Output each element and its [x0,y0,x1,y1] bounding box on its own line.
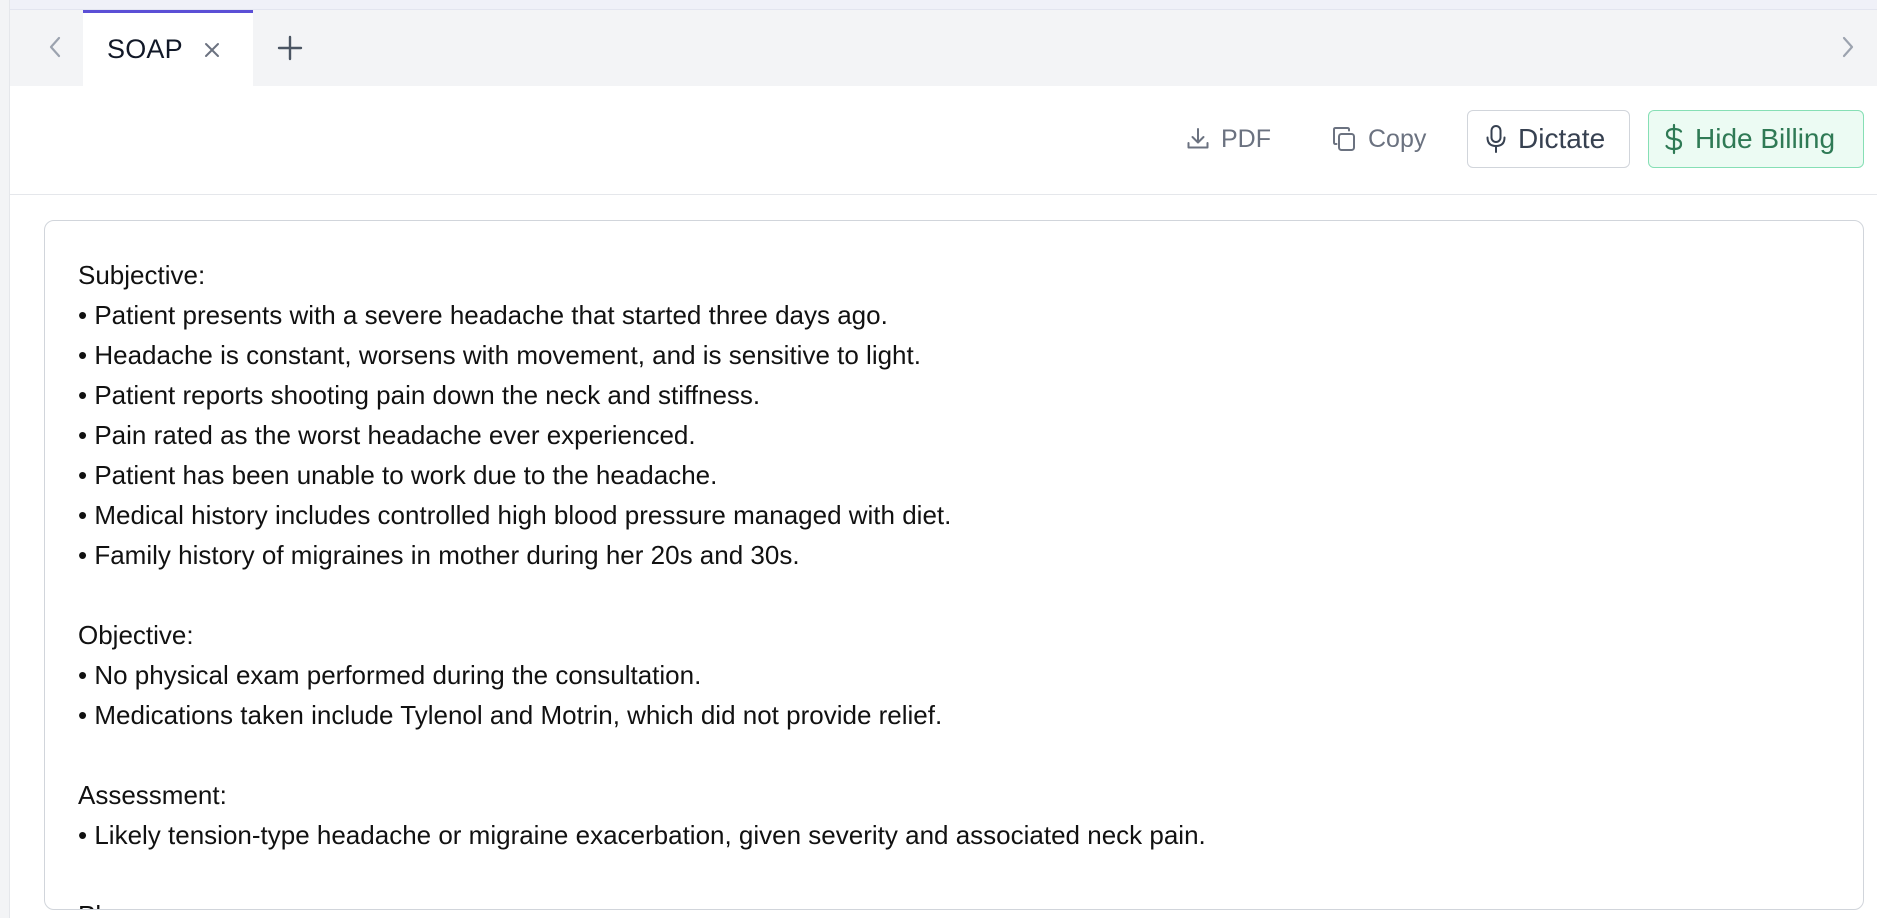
section-heading: Plan: [78,895,1838,909]
dollar-icon [1663,123,1685,155]
note-bullet: • Patient reports shooting pain down the… [78,380,761,410]
download-icon [1185,126,1211,152]
note-bullet: • Family history of migraines in mother … [78,540,800,570]
tab-soap[interactable]: SOAP [83,10,253,86]
tab-close-button[interactable] [201,39,223,61]
hide-billing-button-label: Hide Billing [1695,123,1836,154]
section-heading: Subjective: [78,260,206,290]
note-bullet: • Medications taken include Tylenol and … [78,700,943,730]
tab-label: SOAP [107,34,183,64]
note-toolbar: PDF Copy Dictate Hide Billing [10,86,1877,195]
tab-scroll-left-button[interactable] [40,32,70,62]
note-bullet: • Likely tension-type headache or migrai… [78,820,1206,850]
top-border [0,0,1877,10]
note-bullet: • Headache is constant, worsens with mov… [78,340,921,370]
note-bullet: • Medical history includes controlled hi… [78,500,952,530]
plus-icon [277,35,303,61]
left-sidebar-edge [0,0,10,918]
microphone-icon [1484,124,1508,154]
dictate-button-label: Dictate [1518,123,1606,154]
dictate-button[interactable]: Dictate [1467,110,1630,168]
pdf-button[interactable]: PDF [1185,110,1290,168]
soap-note-text: Subjective: • Patient presents with a se… [78,255,1838,909]
tab-scroll-right-button[interactable] [1833,32,1863,62]
pdf-button-label: PDF [1221,124,1271,153]
section-assessment: Assessment: • Likely tension-type headac… [78,775,1838,855]
app-window: SOAP PDF Copy Dictate Hide Billing Subje… [0,0,1877,918]
soap-note-editor[interactable]: Subjective: • Patient presents with a se… [44,220,1864,910]
section-subjective: Subjective: • Patient presents with a se… [78,255,1838,575]
section-plan: Plan: [78,895,1838,909]
note-bullet: • Patient has been unable to work due to… [78,460,718,490]
section-heading: Assessment: [78,780,227,810]
hide-billing-button[interactable]: Hide Billing [1648,110,1864,168]
close-icon [204,42,219,57]
tab-bar: SOAP [10,10,1877,86]
copy-button[interactable]: Copy [1330,110,1452,168]
chevron-left-icon [49,36,61,58]
note-bullet: • Patient presents with a severe headach… [78,300,888,330]
chevron-right-icon [1842,36,1854,58]
note-bullet: • Pain rated as the worst headache ever … [78,420,696,450]
section-heading: Objective: [78,620,194,650]
section-objective: Objective: • No physical exam performed … [78,615,1838,735]
copy-icon [1330,125,1358,153]
note-bullet: • No physical exam performed during the … [78,660,702,690]
add-tab-button[interactable] [272,30,308,66]
copy-button-label: Copy [1368,124,1427,153]
